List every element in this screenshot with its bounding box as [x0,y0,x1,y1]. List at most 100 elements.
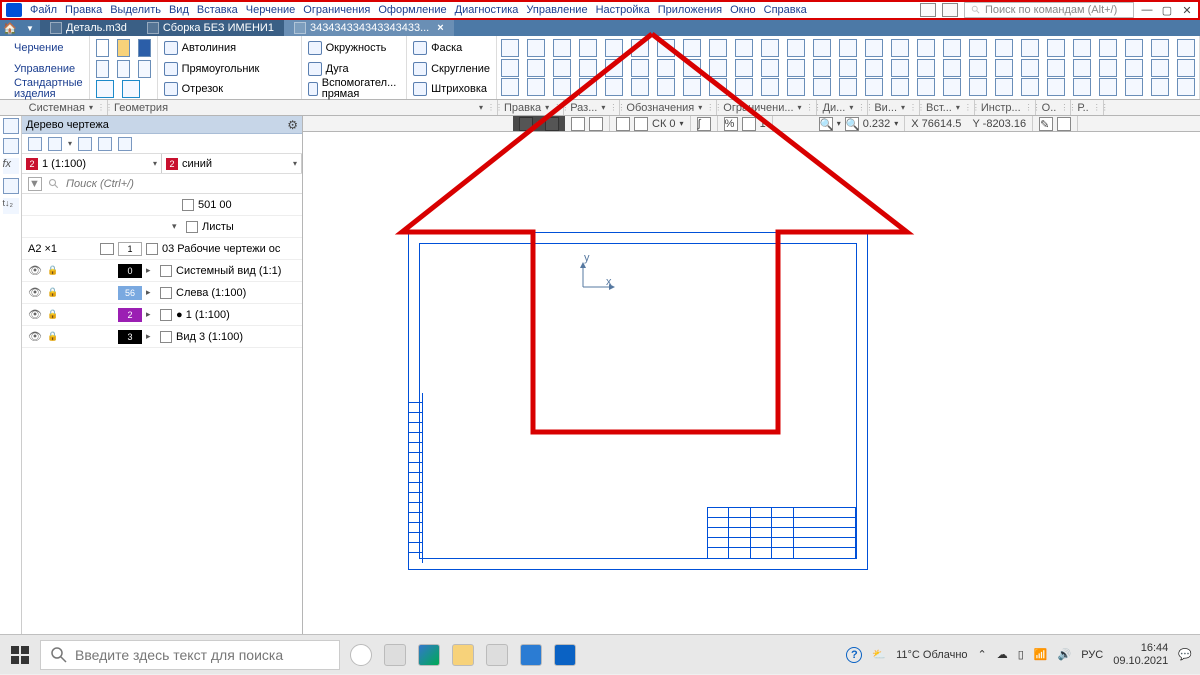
maximize-button[interactable]: ▢ [1160,3,1174,17]
command-search[interactable]: Поиск по командам (Alt+/) [964,2,1134,18]
cmd-fillet[interactable]: Скругление [413,62,490,76]
clock[interactable]: 16:44 09.10.2021 [1113,642,1168,666]
ribbon-tool-icon[interactable] [1047,59,1065,77]
cmd-rect[interactable]: Прямоугольник [164,62,260,76]
tree-row[interactable]: A2 ×1 1 03 Рабочие чертежи ос [22,238,302,260]
titlebar-btn2-icon[interactable] [942,3,958,17]
ctx-a-icon[interactable] [571,117,585,131]
tab-assembly[interactable]: Сборка БЕЗ ИМЕНИ1 [137,20,284,36]
ribbon-tool-icon[interactable] [605,59,623,77]
ribbon-tool-icon[interactable] [1073,59,1091,77]
ribbon-tool-icon[interactable] [553,59,571,77]
sect-tools[interactable]: Инстр... [981,102,1021,114]
home-icon[interactable]: 🏠 [0,20,20,36]
menu-window[interactable]: Окно [730,4,756,16]
ribbon-tool-icon[interactable] [813,39,831,57]
sect-vi[interactable]: Ви... [874,102,897,114]
undo-icon[interactable] [96,80,114,98]
menu-edit[interactable]: Правка [65,4,102,16]
ribbon-tool-icon[interactable] [943,78,961,96]
ribbon-tool-icon[interactable] [527,59,545,77]
ribbon-tool-icon[interactable] [605,78,623,96]
ribbon-tool-icon[interactable] [891,59,909,77]
ribbon-tool-icon[interactable] [995,78,1013,96]
ribbon-tool-icon[interactable] [553,78,571,96]
ribbon-tool-icon[interactable] [943,39,961,57]
ribbon-tool-icon[interactable] [501,39,519,57]
tree-row[interactable]: 👁🔒 56 ▸Слева (1:100) [22,282,302,304]
cmd-autoline[interactable]: Автолиния [164,41,236,55]
eye-icon[interactable]: 👁 [28,286,42,300]
ribbon-tool-icon[interactable] [735,39,753,57]
ribbon-tool-icon[interactable] [969,78,987,96]
arrow-icon[interactable] [742,117,756,131]
props-icon[interactable] [138,60,151,78]
ribbon-tool-icon[interactable] [1073,39,1091,57]
print-icon[interactable] [96,60,109,78]
ribbon-tool-icon[interactable] [501,78,519,96]
tree-tool2-icon[interactable] [48,137,62,151]
ribbon-tool-icon[interactable] [865,78,883,96]
menu-manage[interactable]: Управление [526,4,587,16]
start-button[interactable] [0,635,40,675]
ribbon-tool-icon[interactable] [1125,39,1143,57]
cmd-hatch[interactable]: Штриховка [413,82,487,96]
cmd-chamfer[interactable]: Фаска [413,41,462,55]
ribbon-tool-icon[interactable] [657,78,675,96]
ribbon-tool-icon[interactable] [1099,39,1117,57]
lock-icon[interactable]: 🔒 [46,286,60,300]
sect-ins[interactable]: Вст... [926,102,952,114]
cmd-auxline[interactable]: Вспомогател... прямая [308,78,401,100]
store-icon[interactable] [486,644,508,666]
ribbon-tool-icon[interactable] [1073,78,1091,96]
zoom-value[interactable]: 0.232 [863,118,891,130]
rail-grid-icon[interactable] [3,138,19,154]
percent-icon[interactable]: % [724,117,738,131]
home-dropdown-icon[interactable]: ▼ [20,20,40,36]
filter-icon[interactable]: ▼ [28,177,42,191]
mode-manage[interactable]: Управление [14,63,75,75]
edit-pen-icon[interactable]: ✎ [1039,117,1053,131]
ctx-pen-icon[interactable] [519,117,533,131]
sect-constr[interactable]: Ограничени... [723,102,793,114]
menu-view[interactable]: Вид [169,4,189,16]
sect-dim[interactable]: Раз... [570,102,597,114]
ribbon-tool-icon[interactable] [995,59,1013,77]
ribbon-tool-icon[interactable] [761,39,779,57]
ctx-b-icon[interactable] [589,117,603,131]
onedrive-icon[interactable]: ☁ [997,648,1008,661]
tree-row[interactable]: 👁🔒 2 ▸● 1 (1:100) [22,304,302,326]
ribbon-tool-icon[interactable] [1021,39,1039,57]
ribbon-tool-icon[interactable] [761,59,779,77]
ribbon-tool-icon[interactable] [943,59,961,77]
notifications-icon[interactable]: 💬 [1178,648,1192,661]
help-icon[interactable]: ? [846,647,862,663]
ribbon-tool-icon[interactable] [605,39,623,57]
eye-icon[interactable]: 👁 [28,264,42,278]
ribbon-tool-icon[interactable] [839,78,857,96]
ribbon-tool-icon[interactable] [683,39,701,57]
ribbon-tool-icon[interactable] [995,39,1013,57]
ribbon-tool-icon[interactable] [683,78,701,96]
menu-insert[interactable]: Вставка [197,4,238,16]
edge-icon[interactable] [418,644,440,666]
tree-settings-icon[interactable]: ⚙ [287,118,298,132]
canvas[interactable]: yx [303,132,1200,656]
lock-icon[interactable]: 🔒 [46,330,60,344]
menu-apps[interactable]: Приложения [658,4,722,16]
ribbon-tool-icon[interactable] [735,78,753,96]
sect-r[interactable]: Р.. [1077,102,1088,114]
new-icon[interactable] [96,39,109,57]
ribbon-tool-icon[interactable] [1177,78,1195,96]
minimize-button[interactable]: — [1140,3,1154,17]
menu-format[interactable]: Оформление [378,4,446,16]
sect-annot[interactable]: Обозначения [626,102,694,114]
ribbon-tool-icon[interactable] [891,39,909,57]
battery-icon[interactable]: ▯ [1018,648,1024,661]
ribbon-tool-icon[interactable] [969,59,987,77]
eye-icon[interactable]: 👁 [28,308,42,322]
kompas-icon[interactable] [554,644,576,666]
titlebar-btn1-icon[interactable] [920,3,936,17]
ribbon-tool-icon[interactable] [631,39,649,57]
ribbon-tool-icon[interactable] [865,39,883,57]
